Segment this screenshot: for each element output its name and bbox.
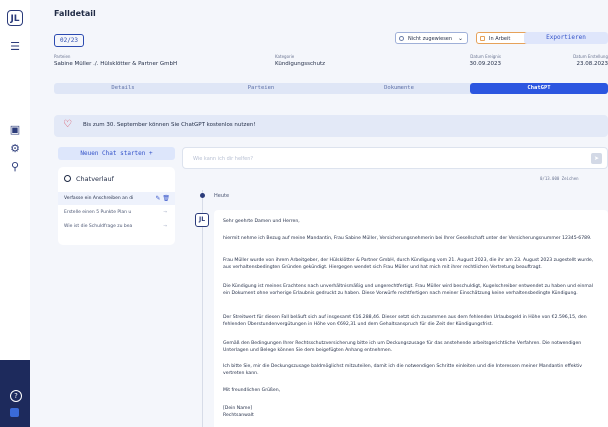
chat-input[interactable]: Wie kann ich dir helfen? ➤ xyxy=(182,147,608,169)
tab-chatgpt[interactable]: ChatGPT xyxy=(470,83,608,94)
app-logo[interactable]: JL xyxy=(7,10,23,26)
person-icon xyxy=(399,36,404,41)
chat-history-panel: Chatverlauf Verfasse ein Anschreiben an … xyxy=(58,167,175,245)
event-date-label: Datum Ereignis xyxy=(470,54,501,59)
user-avatar-icon[interactable] xyxy=(10,408,19,417)
edit-delete-icons[interactable]: ✎ 🗑 xyxy=(155,192,170,205)
message-paragraph: [Dein Name] xyxy=(223,406,253,411)
message-paragraph: Sehr geehrte Damen und Herren, xyxy=(223,219,300,224)
users-icon[interactable]: ⚲ xyxy=(8,160,22,174)
parties-value: Sabine Müller ./. Hülsklötter & Partner … xyxy=(54,61,178,67)
chevron-right-icon: → xyxy=(163,224,167,229)
message-paragraph: Ich bitte Sie, mir die Deckungszusage ba… xyxy=(223,364,583,376)
export-button[interactable]: Exportieren xyxy=(524,32,608,44)
message-paragraph: Die Kündigung ist meines Erachtens nach … xyxy=(223,284,593,296)
tab-dokumente[interactable]: Dokumente xyxy=(330,83,468,94)
app-window: JL ☰ ▣ ⚙ ⚲ ? Falldetail 02/23 Nicht zuge… xyxy=(0,0,608,427)
heart-icon: ♡ xyxy=(63,119,72,130)
tab-bar: Details Parteien Dokumente ChatGPT xyxy=(54,83,608,94)
message-paragraph: Frau Müller wurde von ihrem Arbeitgeber,… xyxy=(223,258,594,270)
message-paragraph: Gemäß den Bedingungen Ihrer Rechtsschutz… xyxy=(223,341,582,353)
assignee-select[interactable]: Nicht zugewiesen ⌄ xyxy=(395,32,468,44)
category-value: Kündigungsschutz xyxy=(275,61,326,67)
assistant-avatar: JL xyxy=(195,213,209,227)
event-date-value: 30.09.2023 xyxy=(469,61,502,67)
created-date-label: Datum Erstellung xyxy=(573,54,608,59)
status-select-value: In Arbeit xyxy=(489,36,511,42)
timeline-today-label: Heute xyxy=(214,193,230,199)
chevron-down-icon: ⌄ xyxy=(457,35,463,42)
chevron-right-icon: → xyxy=(163,210,167,215)
message-paragraph: hiermit nehme ich Bezug auf meine Mandan… xyxy=(223,236,592,241)
promo-banner: ♡ Bis zum 30. September können Sie ChatG… xyxy=(54,115,608,137)
message-paragraph: Rechtsanwalt xyxy=(223,413,254,418)
character-counter: 0/13.000 Zeichen xyxy=(540,176,579,181)
chat-history-item[interactable]: Wie ist die Schuldfrage zu bea → xyxy=(58,220,175,233)
parties-label: Parteien xyxy=(54,54,71,59)
tab-parteien[interactable]: Parteien xyxy=(192,83,330,94)
send-icon[interactable]: ➤ xyxy=(591,153,602,164)
message-paragraph: Mit freundlichen Grüßen, xyxy=(223,388,281,393)
main-content: Falldetail 02/23 Nicht zugewiesen ⌄ In A… xyxy=(30,0,608,427)
chat-history-item[interactable]: Verfasse ein Anschreiben an di ✎ 🗑 xyxy=(58,192,175,205)
settings-icon[interactable]: ⚙ xyxy=(8,142,22,156)
case-number-badge: 02/23 xyxy=(54,34,84,47)
chat-message: Sehr geehrte Damen und Herren, hiermit n… xyxy=(214,210,608,427)
promo-text: Bis zum 30. September können Sie ChatGPT… xyxy=(83,122,256,128)
chat-input-placeholder: Wie kann ich dir helfen? xyxy=(193,156,254,162)
menu-icon[interactable]: ☰ xyxy=(8,40,22,54)
status-icon xyxy=(480,36,485,41)
chat-history-title: Chatverlauf xyxy=(64,175,114,183)
assignee-select-value: Nicht zugewiesen xyxy=(408,36,453,42)
tab-details[interactable]: Details xyxy=(54,83,192,94)
calendar-icon[interactable]: ▣ xyxy=(8,123,22,137)
new-chat-button[interactable]: Neuen Chat starten + xyxy=(58,147,175,160)
left-rail: JL ☰ ▣ ⚙ ⚲ ? xyxy=(0,0,31,427)
clock-icon xyxy=(64,175,71,182)
created-date-value: 23.08.2023 xyxy=(576,61,608,67)
message-paragraph: Der Streitwert für diesen Fall beläuft s… xyxy=(223,315,587,327)
help-icon[interactable]: ? xyxy=(10,390,22,402)
page-title: Falldetail xyxy=(54,9,96,18)
category-label: Kategorie xyxy=(275,54,295,59)
timeline-dot xyxy=(200,193,205,198)
chat-history-item[interactable]: Erstelle einen 5 Punkte Plan u → xyxy=(58,206,175,219)
